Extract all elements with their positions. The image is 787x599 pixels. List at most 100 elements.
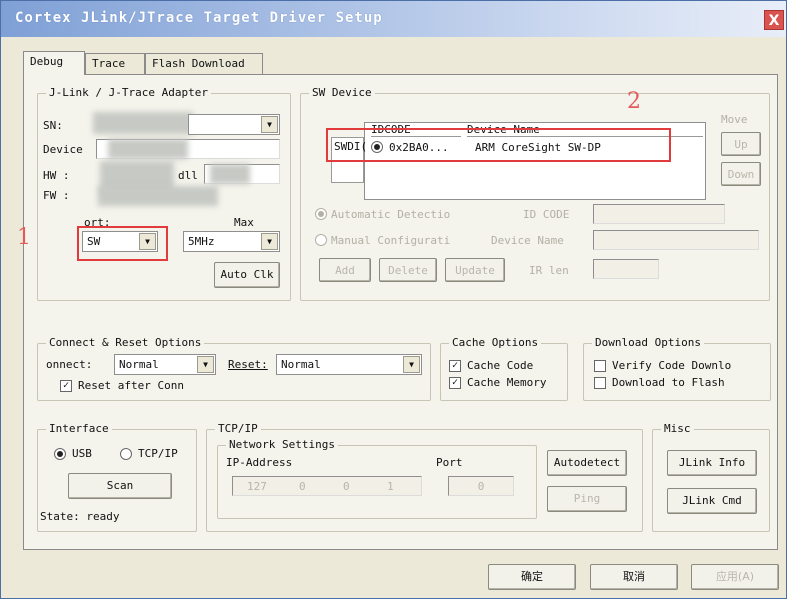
- jlink-adapter-group: J-Link / J-Trace Adapter SN: ▼ Device HW…: [37, 86, 291, 301]
- ip-address-label: IP-Address: [226, 456, 293, 469]
- sw-device-group: SW Device IDCODE Device Name SWDI( 0x2BA…: [300, 86, 770, 301]
- dll-label: dll: [178, 169, 198, 182]
- delete-button[interactable]: Delete: [379, 258, 437, 282]
- network-settings-group: Network Settings IP-Address Port 127 0 0…: [217, 438, 537, 519]
- jlink-adapter-legend: J-Link / J-Trace Adapter: [46, 86, 211, 99]
- scan-button[interactable]: Scan: [68, 473, 172, 499]
- port-label-tcp: Port: [436, 456, 463, 469]
- misc-group: Misc JLink Info JLink Cmd: [652, 422, 770, 532]
- interface-group: Interface USB TCP/IP Scan State: ready: [37, 422, 197, 532]
- sw-device-legend: SW Device: [309, 86, 375, 99]
- chevron-down-icon: ▼: [197, 356, 214, 373]
- sn-select[interactable]: ▼: [188, 114, 280, 135]
- move-label: Move: [721, 113, 748, 126]
- id-code-label: ID CODE: [523, 208, 570, 221]
- jlink-cmd-button[interactable]: JLink Cmd: [667, 488, 757, 514]
- manual-configuration-radio[interactable]: [315, 234, 327, 246]
- connect-select[interactable]: Normal ▼: [114, 354, 216, 375]
- tab-debug[interactable]: Debug: [23, 51, 85, 75]
- verify-code-checkbox[interactable]: [594, 360, 606, 372]
- connect-reset-group: Connect & Reset Options onnect: Normal ▼…: [37, 336, 431, 401]
- id-code-field[interactable]: [593, 204, 725, 224]
- sn-redacted: [93, 112, 193, 134]
- cancel-button[interactable]: 取消: [590, 564, 678, 590]
- verify-code-label: Verify Code Downlo: [612, 359, 732, 372]
- chevron-down-icon: ▼: [403, 356, 420, 373]
- cache-options-group: Cache Options ✓ Cache Code ✓ Cache Memor…: [440, 336, 568, 401]
- reset-select[interactable]: Normal ▼: [276, 354, 422, 375]
- dialog-footer: 确定 取消 应用(A): [1, 556, 786, 598]
- ok-button[interactable]: 确定: [488, 564, 576, 590]
- ip-octet-4: 1: [387, 480, 394, 493]
- interface-legend: Interface: [46, 422, 112, 435]
- max-label: Max: [234, 216, 254, 229]
- tcpip-legend: TCP/IP: [215, 422, 261, 435]
- ir-len-label: IR len: [529, 264, 569, 277]
- auto-clk-button[interactable]: Auto Clk: [214, 262, 280, 288]
- connect-value: Normal: [119, 358, 159, 371]
- max-clock-value: 5MHz: [188, 235, 215, 248]
- ping-button[interactable]: Ping: [547, 486, 627, 512]
- usb-label: USB: [72, 447, 92, 460]
- reset-label: Reset:: [228, 358, 268, 371]
- tab-flash-download[interactable]: Flash Download: [145, 53, 263, 75]
- ip-address-field[interactable]: 127 0 0 1: [232, 476, 422, 496]
- tcpip-group: TCP/IP Network Settings IP-Address Port …: [206, 422, 643, 532]
- device-name-field[interactable]: [593, 230, 759, 250]
- usb-radio[interactable]: [54, 448, 66, 460]
- state-label: State: ready: [40, 510, 120, 523]
- tcp-port-field[interactable]: 0: [448, 476, 514, 496]
- jlink-info-button[interactable]: JLink Info: [667, 450, 757, 476]
- autodetect-button[interactable]: Autodetect: [547, 450, 627, 476]
- cache-memory-label: Cache Memory: [467, 376, 547, 389]
- dialog-window: Cortex JLink/JTrace Target Driver Setup …: [0, 0, 787, 599]
- apply-button[interactable]: 应用(A): [691, 564, 779, 590]
- ip-octet-1: 127: [247, 480, 267, 493]
- window-title: Cortex JLink/JTrace Target Driver Setup: [15, 10, 383, 26]
- reset-after-conn-checkbox[interactable]: ✓: [60, 380, 72, 392]
- network-settings-legend: Network Settings: [226, 438, 338, 451]
- tcp-port-value: 0: [477, 480, 485, 493]
- download-options-legend: Download Options: [592, 336, 704, 349]
- connect-reset-legend: Connect & Reset Options: [46, 336, 205, 349]
- fw-redacted: [98, 186, 218, 206]
- cache-code-label: Cache Code: [467, 359, 534, 372]
- device-name-label: Device Name: [491, 234, 564, 247]
- annotation-number-1: 1: [17, 225, 31, 250]
- chevron-down-icon: ▼: [261, 116, 278, 133]
- ir-len-field[interactable]: [593, 259, 659, 279]
- manual-configuration-label: Manual Configurati: [331, 234, 451, 247]
- sn-label: SN:: [43, 119, 63, 132]
- download-to-flash-checkbox[interactable]: [594, 377, 606, 389]
- highlight-box-port: [77, 226, 168, 261]
- misc-legend: Misc: [661, 422, 694, 435]
- tab-trace-label: Trace: [92, 57, 126, 70]
- automatic-detection-radio[interactable]: [315, 208, 327, 220]
- device-label: Device: [43, 143, 83, 156]
- hw-label: HW :: [43, 169, 70, 182]
- dll-redacted: [210, 164, 250, 184]
- update-button[interactable]: Update: [445, 258, 505, 282]
- tcpip-radio-label: TCP/IP: [138, 447, 178, 460]
- reset-label-text: Reset:: [228, 358, 268, 371]
- max-clock-select[interactable]: 5MHz ▼: [183, 231, 280, 252]
- move-up-button[interactable]: Up: [721, 132, 761, 156]
- cache-code-checkbox[interactable]: ✓: [449, 360, 461, 372]
- reset-after-conn-label: Reset after Conn: [78, 379, 184, 392]
- tcpip-radio[interactable]: [120, 448, 132, 460]
- add-button[interactable]: Add: [319, 258, 371, 282]
- automatic-detection-label: Automatic Detectio: [331, 208, 451, 221]
- cache-memory-checkbox[interactable]: ✓: [449, 377, 461, 389]
- chevron-down-icon: ▼: [261, 233, 278, 250]
- ip-octet-2: 0: [299, 480, 306, 493]
- close-button[interactable]: X: [764, 10, 784, 30]
- reset-value: Normal: [281, 358, 321, 371]
- cache-options-legend: Cache Options: [449, 336, 542, 349]
- download-to-flash-label: Download to Flash: [612, 376, 725, 389]
- title-bar[interactable]: Cortex JLink/JTrace Target Driver Setup …: [1, 1, 786, 37]
- tab-debug-label: Debug: [30, 55, 64, 68]
- annotation-number-2: 2: [627, 89, 641, 114]
- ip-octet-3: 0: [343, 480, 350, 493]
- tab-trace[interactable]: Trace: [85, 53, 145, 75]
- move-down-button[interactable]: Down: [721, 162, 761, 186]
